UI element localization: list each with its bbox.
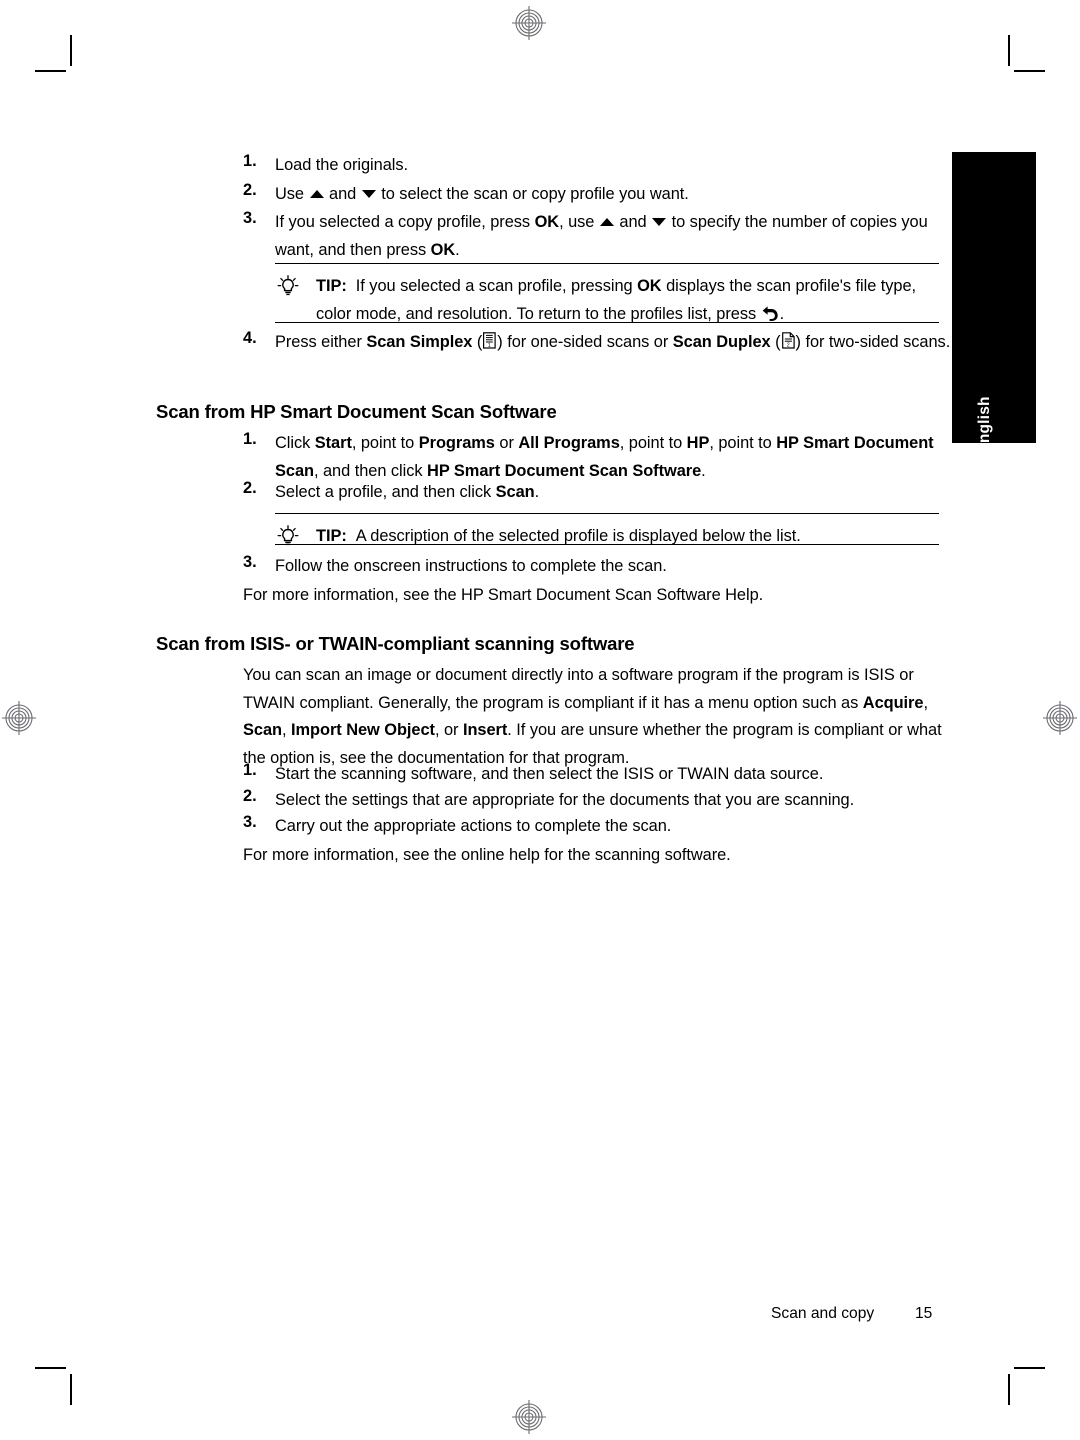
list-marker: 3. <box>243 209 257 227</box>
registration-target-icon <box>512 6 546 40</box>
list-marker: 4. <box>243 329 257 347</box>
list-marker: 3. <box>243 553 257 571</box>
list-marker: 2. <box>243 181 257 199</box>
closing-paragraph-isis-twain: For more information, see the online hel… <box>243 846 731 864</box>
tip-text: TIP: If you selected a scan profile, pre… <box>316 273 937 330</box>
list-item: If you selected a copy profile, press OK… <box>275 213 928 259</box>
registration-target-icon <box>2 701 36 735</box>
lightbulb-icon <box>277 275 299 296</box>
tip-body: If you selected a scan profile, pressing… <box>316 277 916 323</box>
crop-mark-top-right-vertical <box>1008 35 1010 66</box>
list-marker: 1. <box>243 761 257 779</box>
list-item: Select a profile, and then click Scan. <box>275 483 540 501</box>
list-item: Use and to select the scan or copy profi… <box>275 185 689 203</box>
registration-target-icon <box>512 1400 546 1434</box>
back-arrow-icon <box>762 303 779 331</box>
tip-label: TIP: <box>316 527 347 545</box>
language-tab-label: English <box>976 396 993 454</box>
arrow-up-icon <box>309 190 324 198</box>
list-item: Press either Scan Simplex (1) for one-si… <box>275 329 951 359</box>
section-heading-hp-smart: Scan from HP Smart Document Scan Softwar… <box>156 401 557 422</box>
list-marker: 1. <box>243 152 257 170</box>
tip-rule-top <box>275 263 939 265</box>
list-marker: 2. <box>243 479 257 497</box>
svg-text:2: 2 <box>786 343 789 349</box>
list-marker: 3. <box>243 813 257 831</box>
arrow-down-icon <box>361 190 376 198</box>
crop-mark-top-left-vertical <box>70 35 72 66</box>
crop-mark-bottom-right-vertical <box>1008 1374 1010 1405</box>
arrow-up-icon <box>599 218 614 226</box>
footer-section-title: Scan and copy <box>771 1305 875 1322</box>
list-item: Click Start, point to Programs or All Pr… <box>275 434 934 480</box>
scan-simplex-icon: 1 <box>482 331 497 359</box>
footer-page-number: 15 <box>915 1305 933 1322</box>
list-item: Follow the onscreen instructions to comp… <box>275 557 667 575</box>
lightbulb-icon <box>277 525 299 546</box>
list-marker: 1. <box>243 430 257 448</box>
crop-mark-bottom-left-horizontal <box>35 1367 66 1369</box>
crop-mark-top-left-horizontal <box>35 70 66 72</box>
list-item: Select the settings that are appropriate… <box>275 791 855 809</box>
closing-paragraph-hp-smart: For more information, see the HP Smart D… <box>243 586 764 604</box>
scan-duplex-icon: 2 <box>781 331 796 359</box>
list-item: Load the originals. <box>275 156 409 174</box>
crop-mark-bottom-left-vertical <box>70 1374 72 1405</box>
crop-mark-top-right-horizontal <box>1014 70 1045 72</box>
arrow-down-icon <box>652 218 667 226</box>
intro-paragraph-isis-twain: You can scan an image or document direct… <box>243 666 942 767</box>
tip-box: TIP: If you selected a scan profile, pre… <box>275 263 939 323</box>
list-item: Carry out the appropriate actions to com… <box>275 817 672 835</box>
tip-rule-top <box>275 513 939 515</box>
crop-mark-bottom-right-horizontal <box>1014 1367 1045 1369</box>
section-heading-isis-twain: Scan from ISIS- or TWAIN-compliant scann… <box>156 633 635 654</box>
tip-box: TIP: A description of the selected profi… <box>275 513 939 546</box>
registration-target-icon <box>1043 701 1077 735</box>
tip-text: TIP: A description of the selected profi… <box>316 523 937 551</box>
list-item: Start the scanning software, and then se… <box>275 765 824 783</box>
language-thumb-tab: English <box>952 152 1036 454</box>
list-marker: 2. <box>243 787 257 805</box>
tip-label: TIP: <box>316 277 347 295</box>
tip-body: A description of the selected profile is… <box>355 527 801 545</box>
svg-text:1: 1 <box>488 343 491 349</box>
